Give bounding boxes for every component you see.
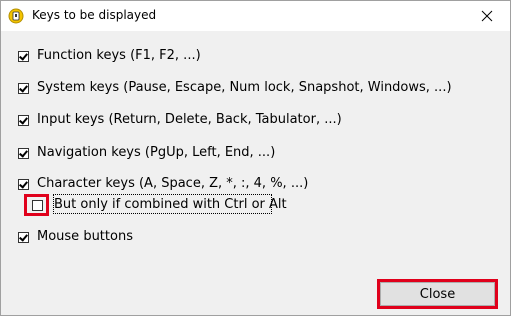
option-label: Navigation keys (PgUp, Left, End, ...) <box>37 145 276 160</box>
close-icon[interactable] <box>464 1 510 31</box>
checkbox-character-keys[interactable] <box>18 178 29 190</box>
app-icon <box>8 8 24 24</box>
option-label: System keys (Pause, Escape, Num lock, Sn… <box>37 80 452 95</box>
option-label: Character keys (A, Space, Z, *, :, 4, %,… <box>37 176 309 191</box>
checkbox-mouse-buttons[interactable] <box>18 231 29 243</box>
close-button[interactable]: Close <box>380 282 495 306</box>
option-character-keys[interactable]: Character keys (A, Space, Z, *, :, 4, %,… <box>18 175 308 193</box>
checkbox-navigation-keys[interactable] <box>18 147 29 159</box>
dialog-window: Keys to be displayed Function keys (F1, … <box>0 0 511 316</box>
checkbox-input-keys[interactable] <box>18 114 29 126</box>
focus-rectangle <box>53 194 272 214</box>
option-input-keys[interactable]: Input keys (Return, Delete, Back, Tabula… <box>18 111 342 129</box>
option-function-keys[interactable]: Function keys (F1, F2, ...) <box>18 47 201 65</box>
option-navigation-keys[interactable]: Navigation keys (PgUp, Left, End, ...) <box>18 144 275 162</box>
title-bar[interactable]: Keys to be displayed <box>1 1 510 31</box>
option-system-keys[interactable]: System keys (Pause, Escape, Num lock, Sn… <box>18 79 452 97</box>
checkbox-function-keys[interactable] <box>18 50 29 62</box>
dialog-content: Function keys (F1, F2, ...) System keys … <box>1 31 510 315</box>
option-label: Function keys (F1, F2, ...) <box>37 48 201 63</box>
window-title: Keys to be displayed <box>32 8 157 22</box>
checkbox-only-with-ctrl-alt[interactable] <box>32 199 43 211</box>
option-label: Mouse buttons <box>37 229 133 244</box>
checkbox-system-keys[interactable] <box>18 82 29 94</box>
option-label: Input keys (Return, Delete, Back, Tabula… <box>37 112 342 127</box>
option-mouse-buttons[interactable]: Mouse buttons <box>18 228 133 246</box>
